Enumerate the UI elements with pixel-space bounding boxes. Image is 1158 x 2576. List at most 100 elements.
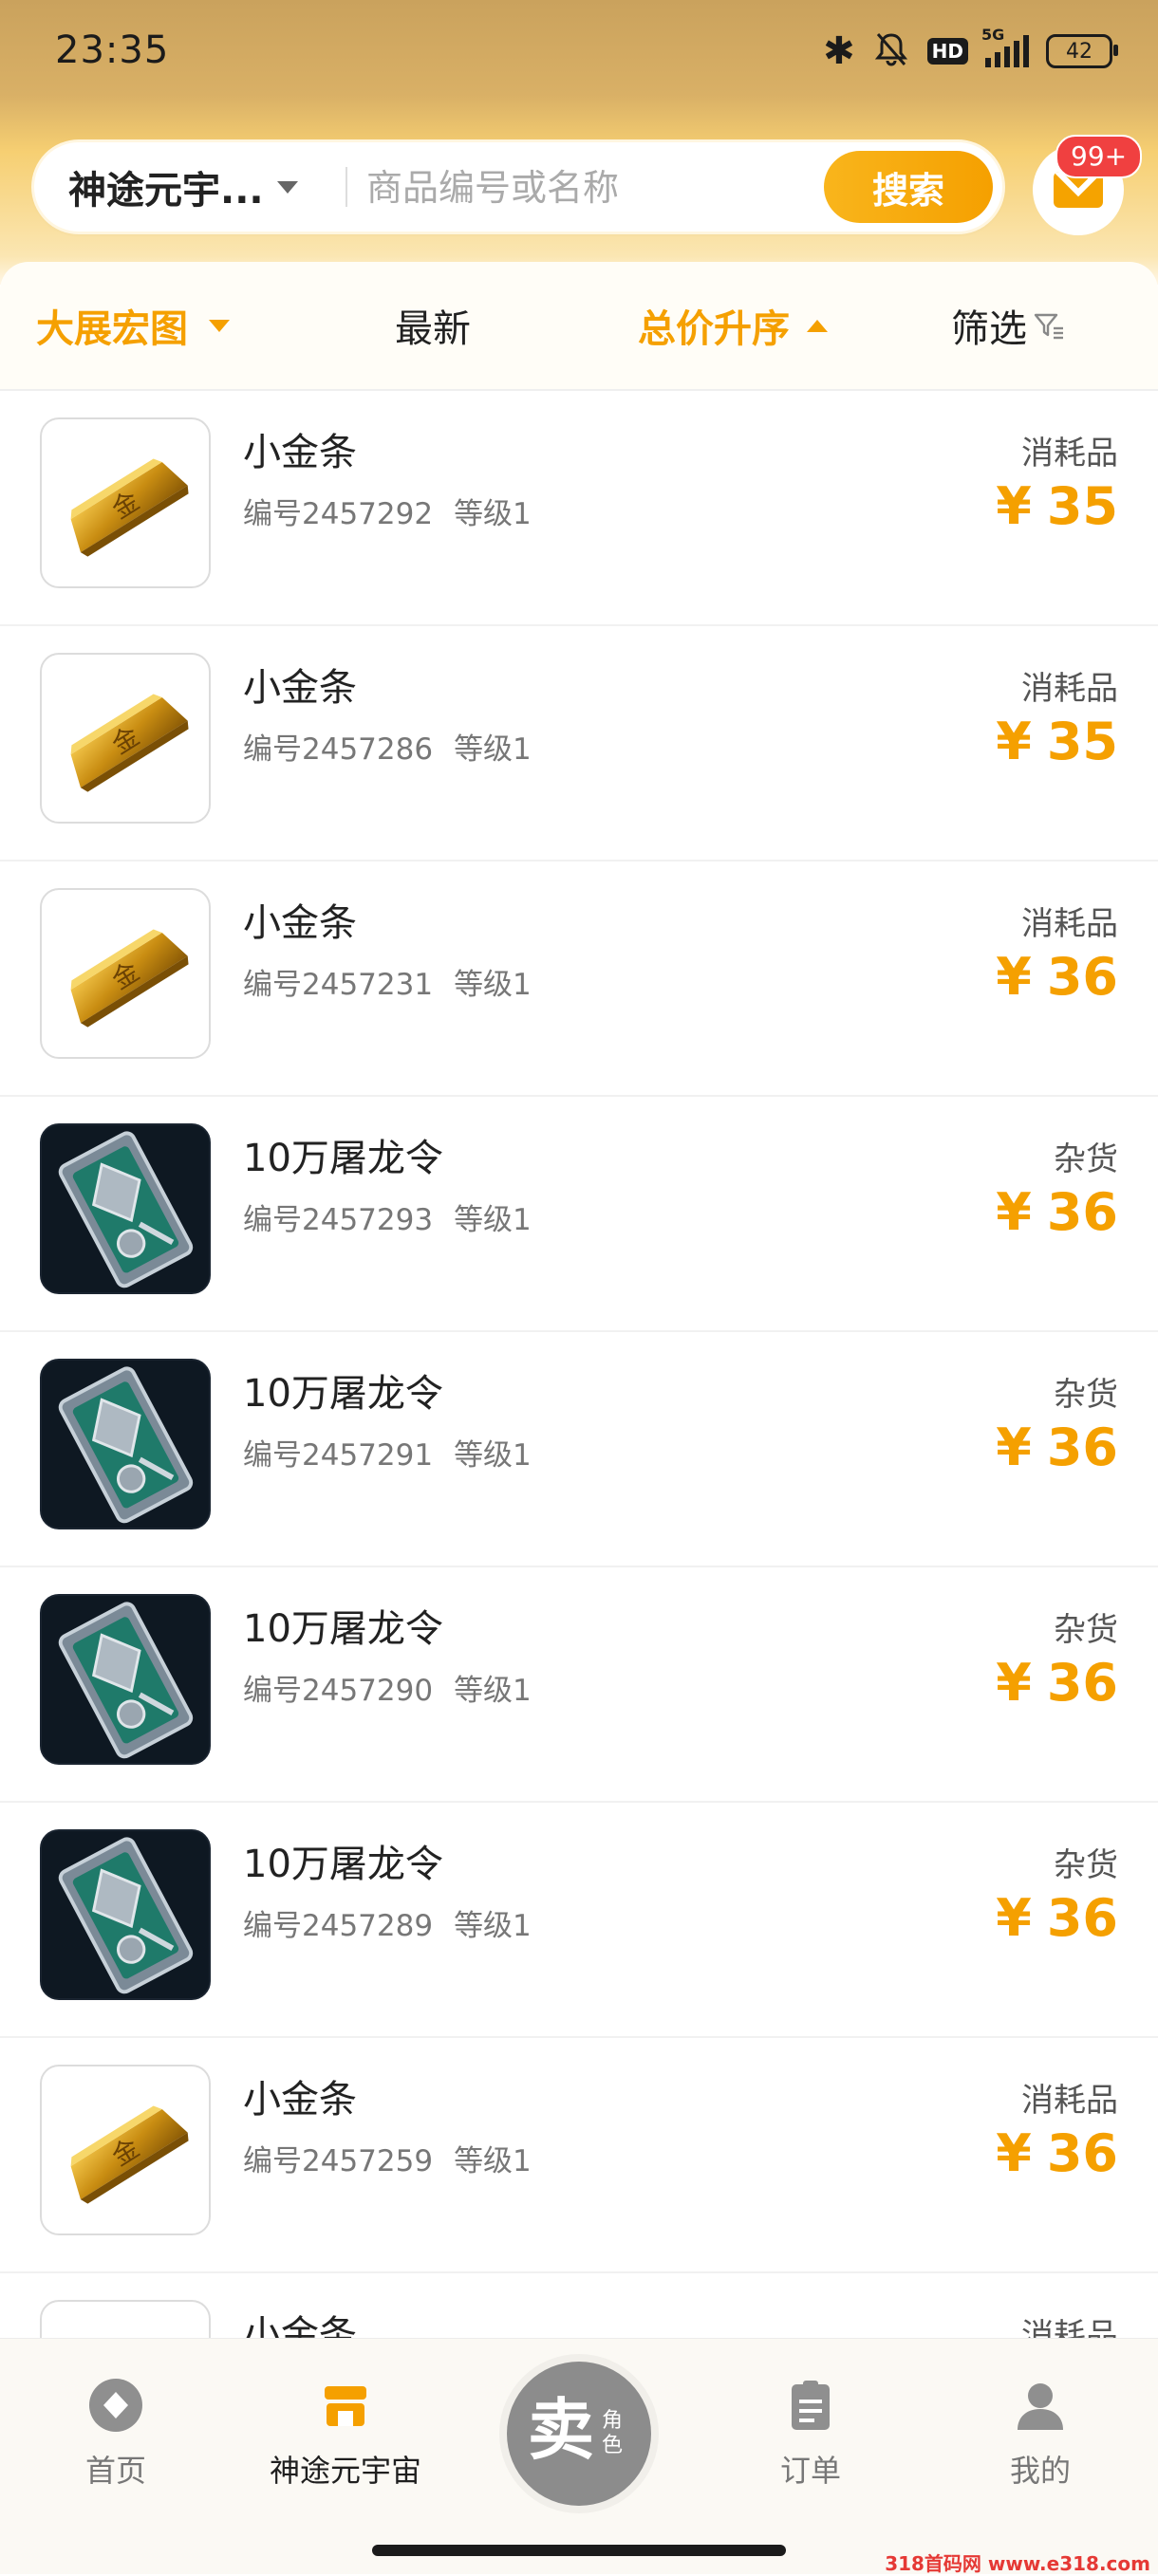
item-meta: 编号2457286 等级1: [243, 725, 532, 768]
shop-icon: [325, 2386, 366, 2426]
list-item[interactable]: 金小金条 编号2457286 等级1 消耗品 ¥35: [0, 626, 1158, 862]
price-value: 36: [1046, 1182, 1118, 1242]
battery-level: 42: [1066, 39, 1093, 64]
item-category: 杂货: [1054, 1611, 1118, 1649]
item-price: ¥36: [996, 2123, 1118, 2183]
price-value: 36: [1046, 1418, 1118, 1477]
item-level: 等级1: [454, 497, 532, 531]
currency-symbol: ¥: [996, 476, 1032, 536]
nav-metaverse-label: 神途元宇宙: [269, 2453, 421, 2489]
item-name: 小金条: [243, 901, 357, 945]
search-button[interactable]: 搜索: [824, 151, 993, 223]
sell-role-button[interactable]: 卖 角色: [507, 2362, 651, 2506]
item-meta: 编号2457289 等级1: [243, 1901, 532, 1944]
filter-button[interactable]: 筛选: [951, 262, 1065, 389]
status-icons: ✱ HD 5G 42: [823, 26, 1118, 73]
filter-label: 筛选: [951, 307, 1027, 351]
dragon-token-icon: [40, 1594, 211, 1765]
gold-bar-icon: 金: [40, 888, 211, 1059]
item-code: 编号2457291: [243, 1438, 434, 1473]
price-value: 36: [1046, 1653, 1118, 1713]
dragon-token-icon: [40, 1359, 211, 1529]
item-price: ¥35: [996, 476, 1118, 536]
item-category: 消耗品: [1021, 2082, 1118, 2120]
item-price: ¥36: [996, 1653, 1118, 1713]
status-bar: 23:35 ✱ HD 5G 42: [0, 0, 1158, 104]
price-value: 36: [1046, 1888, 1118, 1948]
item-price: ¥36: [996, 1182, 1118, 1242]
item-name: 10万屠龙令: [243, 1137, 443, 1180]
currency-symbol: ¥: [996, 1182, 1032, 1242]
list-item[interactable]: 10万屠龙令编号2457289 等级1 杂货 ¥36: [0, 1803, 1158, 2038]
item-category: 杂货: [1054, 1376, 1118, 1414]
item-code: 编号2457290: [243, 1674, 434, 1708]
sort-price-asc[interactable]: 总价升序: [638, 262, 828, 389]
battery-icon: 42: [1046, 34, 1118, 68]
item-category: 杂货: [1054, 1846, 1118, 1884]
nav-orders-label: 订单: [779, 2453, 841, 2489]
funnel-icon: [1034, 313, 1063, 340]
item-name: 10万屠龙令: [243, 1372, 443, 1416]
game-selector-label: 神途元宇...: [68, 169, 264, 213]
item-code: 编号2457292: [243, 497, 434, 531]
search-bar: 神途元宇... 搜索: [34, 142, 1002, 232]
list-item[interactable]: 10万屠龙令编号2457290 等级1 杂货 ¥36: [0, 1567, 1158, 1803]
sort-newest[interactable]: 最新: [395, 262, 471, 389]
item-level: 等级1: [454, 1909, 532, 1943]
item-meta: 编号2457293 等级1: [243, 1195, 532, 1238]
dragon-token-icon: [40, 1123, 211, 1294]
item-category: 消耗品: [1021, 670, 1118, 708]
server-filter[interactable]: 大展宏图: [36, 262, 230, 389]
price-value: 36: [1046, 2123, 1118, 2183]
item-list: 金小金条 编号2457292 等级1 消耗品 ¥35 金小金条 编号2457286 等级1 消耗…: [0, 391, 1158, 2509]
list-item[interactable]: 10万屠龙令编号2457291 等级1 杂货 ¥36: [0, 1332, 1158, 1567]
item-level: 等级1: [454, 1674, 532, 1708]
bottom-nav: 首页 神途元宇宙 卖 角色 订单 我的: [0, 2338, 1158, 2574]
list-item[interactable]: 金小金条 编号2457292 等级1 消耗品 ¥35: [0, 391, 1158, 626]
item-level: 等级1: [454, 1438, 532, 1473]
home-diamond-icon: [89, 2379, 142, 2432]
bluetooth-icon: ✱: [823, 29, 855, 73]
item-meta: 编号2457290 等级1: [243, 1666, 532, 1709]
item-price: ¥35: [996, 712, 1118, 771]
list-item[interactable]: 金小金条 编号2457259 等级1 消耗品 ¥36: [0, 2038, 1158, 2273]
item-code: 编号2457286: [243, 732, 434, 767]
item-name: 10万屠龙令: [243, 1843, 443, 1886]
item-price: ¥36: [996, 1888, 1118, 1948]
triangle-down-icon: [209, 319, 230, 332]
sort-newest-label: 最新: [395, 307, 471, 351]
currency-symbol: ¥: [996, 712, 1032, 771]
search-input[interactable]: [364, 156, 843, 220]
message-badge: 99+: [1055, 135, 1143, 178]
currency-symbol: ¥: [996, 1418, 1032, 1477]
price-value: 35: [1046, 476, 1118, 536]
item-meta: 编号2457292 等级1: [243, 490, 532, 532]
item-level: 等级1: [454, 732, 532, 767]
sell-sub-label: 角色: [602, 2409, 624, 2457]
item-category: 消耗品: [1021, 905, 1118, 943]
sort-price-label: 总价升序: [638, 307, 790, 351]
item-meta: 编号2457231 等级1: [243, 960, 532, 1003]
server-filter-label: 大展宏图: [36, 307, 188, 351]
item-name: 10万屠龙令: [243, 1607, 443, 1651]
item-price: ¥36: [996, 1418, 1118, 1477]
price-value: 36: [1046, 947, 1118, 1007]
item-code: 编号2457293: [243, 1203, 434, 1237]
network-type: 5G: [981, 26, 1005, 44]
list-item[interactable]: 金小金条编号2457231 等级1 消耗品 ¥36: [0, 862, 1158, 1097]
caret-down-icon: [276, 180, 298, 194]
item-price: ¥36: [996, 947, 1118, 1007]
filter-bar: 大展宏图 最新 总价升序 筛选: [0, 262, 1158, 391]
list-item[interactable]: 10万屠龙令 编号2457293 等级1 杂货 ¥36: [0, 1097, 1158, 1332]
nav-home[interactable]: 首页: [30, 2377, 201, 2491]
game-selector[interactable]: 神途元宇...: [68, 142, 298, 232]
item-level: 等级1: [454, 1203, 532, 1237]
nav-mine[interactable]: 我的: [955, 2377, 1126, 2491]
nav-orders[interactable]: 订单: [725, 2377, 896, 2491]
nav-metaverse[interactable]: 神途元宇宙: [260, 2377, 431, 2491]
item-code: 编号2457231: [243, 968, 434, 1002]
item-level: 等级1: [454, 968, 532, 1002]
watermark: 318首码网 www.e318.com: [885, 2552, 1150, 2575]
currency-symbol: ¥: [996, 1653, 1032, 1713]
item-name: 小金条: [243, 2078, 357, 2122]
